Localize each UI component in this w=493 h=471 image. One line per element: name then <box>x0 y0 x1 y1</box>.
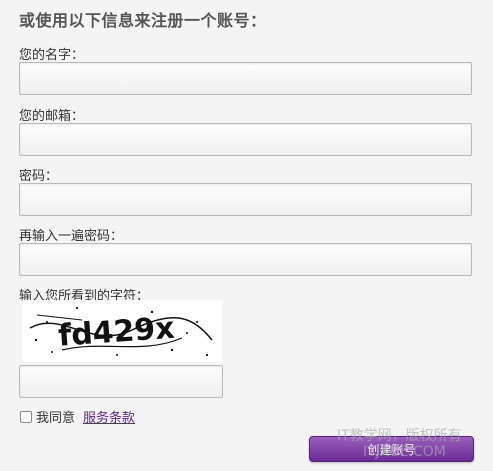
password-input[interactable] <box>19 183 472 216</box>
agree-label: 我同意 <box>36 411 76 426</box>
create-account-button-label: 创建账号 <box>367 442 416 457</box>
agree-row: 我同意 服务条款 <box>20 407 135 426</box>
email-input[interactable] <box>19 123 472 156</box>
terms-link[interactable]: 服务条款 <box>83 407 135 426</box>
create-account-button[interactable]: 创建账号 <box>309 436 474 462</box>
captcha-input[interactable] <box>19 365 223 398</box>
email-label: 您的邮箱： <box>19 109 85 124</box>
captcha-image: fd429x <box>22 300 222 362</box>
password-label: 密码： <box>19 169 59 184</box>
agree-checkbox[interactable] <box>20 410 32 423</box>
name-label: 您的名字： <box>19 48 85 63</box>
captcha-text: fd429x <box>57 311 176 354</box>
confirm-password-label: 再输入一遍密码： <box>19 229 124 244</box>
confirm-password-input[interactable] <box>19 243 472 276</box>
name-input[interactable] <box>19 62 472 95</box>
register-title: 或使用以下信息来注册一个账号： <box>19 11 267 30</box>
